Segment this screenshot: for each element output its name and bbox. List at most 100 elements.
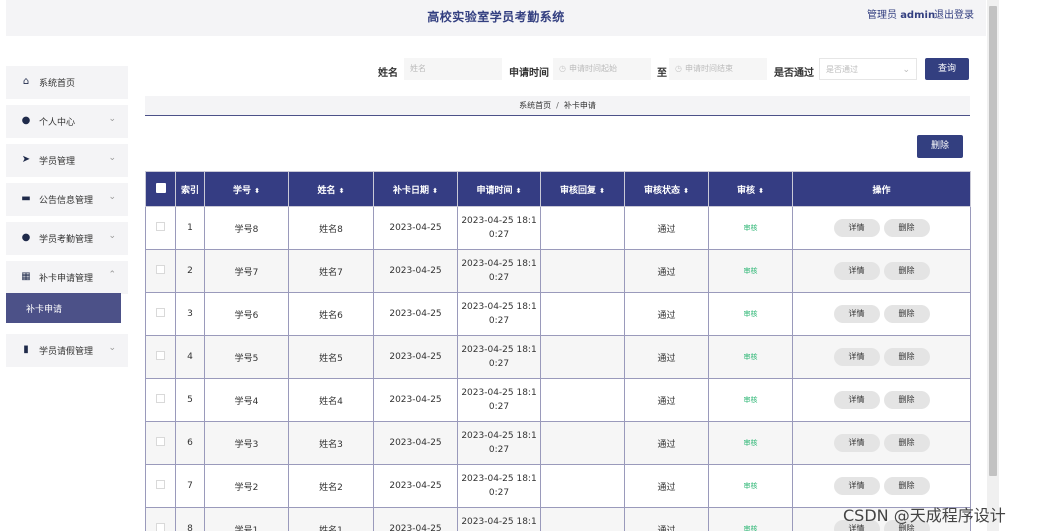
date-cell: 2023-04-25 bbox=[373, 335, 458, 379]
name-cell: 姓名1 bbox=[288, 507, 374, 531]
row-checkbox[interactable] bbox=[156, 394, 165, 403]
row-select-cell[interactable] bbox=[145, 378, 176, 422]
row-select-cell[interactable] bbox=[145, 249, 176, 293]
col-audit[interactable]: 审核 ⬍ bbox=[708, 171, 793, 207]
chevron-down-icon[interactable]: ⌄ bbox=[108, 114, 116, 124]
audit-link[interactable]: 审核 bbox=[744, 439, 758, 447]
audit-link[interactable]: 审核 bbox=[744, 310, 758, 318]
chevron-down-icon[interactable]: ⌄ bbox=[108, 192, 116, 202]
col-status[interactable]: 审核状态 ⬍ bbox=[624, 171, 709, 207]
chevron-down-icon[interactable]: ⌄ bbox=[108, 343, 116, 353]
sort-icon[interactable]: ⬍ bbox=[683, 187, 689, 195]
sidebar-item[interactable]: ● 个人中心 ⌄ bbox=[6, 105, 128, 138]
select-all-checkbox[interactable] bbox=[155, 182, 166, 193]
name-input[interactable]: 姓名 bbox=[404, 58, 502, 80]
time-start-input[interactable]: ◷ 申请时间起始 bbox=[553, 58, 651, 80]
name-cell: 姓名7 bbox=[288, 249, 374, 293]
time-end-placeholder: 申请时间结束 bbox=[684, 64, 733, 73]
detail-button[interactable]: 详情 bbox=[833, 262, 880, 280]
col-apply-time[interactable]: 申请时间 ⬍ bbox=[457, 171, 541, 207]
admin-role: 管理员 bbox=[867, 10, 897, 21]
reply-cell bbox=[540, 507, 625, 531]
delete-button[interactable]: 删除 bbox=[883, 391, 930, 409]
detail-button[interactable]: 详情 bbox=[833, 434, 880, 452]
delete-button[interactable]: 删除 bbox=[883, 262, 930, 280]
reply-cell bbox=[540, 421, 625, 465]
audit-link[interactable]: 审核 bbox=[744, 482, 758, 490]
row-select-cell[interactable] bbox=[145, 507, 176, 531]
delete-button[interactable]: 删除 bbox=[883, 219, 930, 237]
row-select-cell[interactable] bbox=[145, 421, 176, 465]
chevron-up-icon[interactable]: ⌃ bbox=[108, 270, 116, 280]
row-checkbox[interactable] bbox=[156, 480, 165, 489]
name-label: 姓名 bbox=[378, 68, 398, 79]
table-row[interactable]: 6 学号3 姓名3 2023-04-25 2023-04-25 18:1 0:27 通过 审核… bbox=[145, 421, 971, 465]
delete-button[interactable]: 删除 bbox=[883, 305, 930, 323]
sidebar-item-label: 个人中心 bbox=[39, 118, 76, 128]
scrollbar-thumb[interactable] bbox=[989, 6, 997, 476]
sort-icon[interactable]: ⬍ bbox=[516, 187, 522, 195]
delete-button[interactable]: 删除 bbox=[883, 434, 930, 452]
audit-cell: 审核 bbox=[708, 421, 793, 465]
delete-button[interactable]: 删除 bbox=[883, 348, 930, 366]
col-student-id[interactable]: 学号 ⬍ bbox=[204, 171, 289, 207]
delete-button[interactable]: 删除 bbox=[883, 477, 930, 495]
detail-button[interactable]: 详情 bbox=[833, 477, 880, 495]
audit-link[interactable]: 审核 bbox=[744, 267, 758, 275]
select-all-header[interactable] bbox=[145, 171, 176, 207]
sort-icon[interactable]: ⬍ bbox=[339, 187, 345, 195]
date-cell: 2023-04-25 bbox=[373, 206, 458, 250]
chevron-down-icon[interactable]: ⌄ bbox=[108, 153, 116, 163]
table-row[interactable]: 4 学号5 姓名5 2023-04-25 2023-04-25 18:1 0:27 通过 审核… bbox=[145, 335, 971, 379]
apply-time-line2: 0:27 bbox=[488, 316, 510, 326]
batch-delete-button[interactable]: 删除 bbox=[917, 135, 963, 158]
row-checkbox[interactable] bbox=[156, 351, 165, 360]
audit-link[interactable]: 审核 bbox=[744, 353, 758, 361]
col-reply[interactable]: 审核回复 ⬍ bbox=[540, 171, 625, 207]
sort-icon[interactable]: ⬍ bbox=[254, 187, 260, 195]
row-select-cell[interactable] bbox=[145, 335, 176, 379]
chevron-down-icon[interactable]: ⌄ bbox=[108, 231, 116, 241]
audit-link[interactable]: 审核 bbox=[744, 525, 758, 531]
date-cell: 2023-04-25 bbox=[373, 421, 458, 465]
sort-icon[interactable]: ⬍ bbox=[432, 187, 438, 195]
row-checkbox[interactable] bbox=[156, 308, 165, 317]
sidebar-item[interactable]: ● 学员考勤管理 ⌄ bbox=[6, 222, 128, 255]
table-row[interactable]: 5 学号4 姓名4 2023-04-25 2023-04-25 18:1 0:27 通过 审核… bbox=[145, 378, 971, 422]
sort-icon[interactable]: ⬍ bbox=[758, 187, 764, 195]
time-end-input[interactable]: ◷ 申请时间结束 bbox=[669, 58, 767, 80]
col-date[interactable]: 补卡日期 ⬍ bbox=[373, 171, 458, 207]
row-checkbox[interactable] bbox=[156, 437, 165, 446]
row-select-cell[interactable] bbox=[145, 292, 176, 336]
row-select-cell[interactable] bbox=[145, 206, 176, 250]
col-audit-label: 审核 bbox=[737, 185, 756, 196]
sidebar-item[interactable]: ▦ 补卡申请管理 ⌃ bbox=[6, 261, 128, 294]
table-row[interactable]: 2 学号7 姓名7 2023-04-25 2023-04-25 18:1 0:27 通过 审核… bbox=[145, 249, 971, 293]
audit-link[interactable]: 审核 bbox=[744, 224, 758, 232]
sidebar-item[interactable]: ⌂ 系统首页 bbox=[6, 66, 128, 99]
pass-select[interactable]: 是否通过 ⌄ bbox=[819, 58, 917, 80]
detail-button[interactable]: 详情 bbox=[833, 219, 880, 237]
table-row[interactable]: 1 学号8 姓名8 2023-04-25 2023-04-25 18:1 0:27 通过 审核… bbox=[145, 206, 971, 250]
col-name[interactable]: 姓名 ⬍ bbox=[288, 171, 374, 207]
row-checkbox[interactable] bbox=[156, 222, 165, 231]
audit-link[interactable]: 审核 bbox=[744, 396, 758, 404]
row-select-cell[interactable] bbox=[145, 464, 176, 508]
detail-button[interactable]: 详情 bbox=[833, 348, 880, 366]
sort-icon[interactable]: ⬍ bbox=[599, 187, 605, 195]
col-actions-label: 操作 bbox=[872, 185, 891, 196]
row-checkbox[interactable] bbox=[156, 265, 165, 274]
audit-cell: 审核 bbox=[708, 507, 793, 531]
breadcrumb-home[interactable]: 系统首页 bbox=[519, 101, 551, 110]
logout-link[interactable]: 退出登录 bbox=[934, 6, 974, 21]
student-id-cell: 学号3 bbox=[204, 421, 289, 465]
query-button[interactable]: 查询 bbox=[925, 58, 969, 80]
detail-button[interactable]: 详情 bbox=[833, 305, 880, 323]
row-checkbox[interactable] bbox=[156, 523, 165, 531]
sidebar-subitem-makeup-apply[interactable]: 补卡申请 bbox=[6, 293, 121, 323]
sidebar-item[interactable]: ▬ 公告信息管理 ⌄ bbox=[6, 183, 128, 216]
detail-button[interactable]: 详情 bbox=[833, 391, 880, 409]
sidebar-item[interactable]: ➤ 学员管理 ⌄ bbox=[6, 144, 128, 177]
table-row[interactable]: 3 学号6 姓名6 2023-04-25 2023-04-25 18:1 0:27 通过 审核… bbox=[145, 292, 971, 336]
sidebar-item[interactable]: ▮ 学员请假管理 ⌄ bbox=[6, 334, 128, 367]
